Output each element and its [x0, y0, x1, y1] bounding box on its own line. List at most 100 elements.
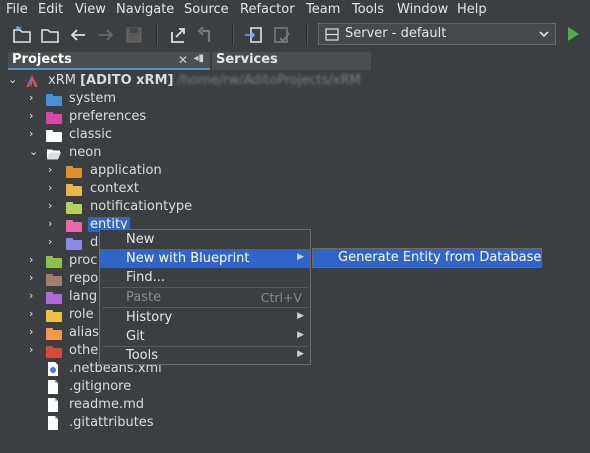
- menu-item-new-with-blueprint[interactable]: New with Blueprint ▶: [100, 249, 310, 268]
- menu-help[interactable]: Help: [457, 2, 487, 17]
- tree-item-label: d: [90, 235, 99, 250]
- menu-item-tools[interactable]: Tools ▶: [100, 346, 310, 365]
- menu-file[interactable]: File: [6, 2, 28, 17]
- folder-icon: [46, 274, 62, 288]
- tree-item[interactable]: › notificationtype: [0, 198, 400, 216]
- menu-view[interactable]: View: [75, 2, 106, 17]
- chevron-right-icon[interactable]: ›: [29, 91, 43, 107]
- menu-edit[interactable]: Edit: [38, 2, 63, 17]
- folder-icon: [46, 346, 62, 360]
- folder-icon: [46, 328, 62, 342]
- folder-icon: [46, 94, 62, 108]
- tree-item-label: repo: [69, 271, 99, 286]
- chevron-right-icon: ▶: [297, 349, 304, 359]
- tree-item[interactable]: › system: [0, 90, 400, 108]
- context-menu: New New with Blueprint ▶ Find... Paste C…: [99, 229, 311, 365]
- server-icon: [325, 28, 339, 41]
- tree-item-label: .gitignore: [69, 379, 132, 394]
- chevron-down-icon[interactable]: ⌄: [29, 145, 43, 161]
- blueprint-submenu: Generate Entity from Database: [312, 248, 542, 268]
- close-icon[interactable]: ✕: [178, 53, 188, 67]
- tab-projects-label: Projects: [12, 52, 72, 67]
- tree-item[interactable]: › context: [0, 180, 400, 198]
- toolbar-separator: [156, 25, 158, 45]
- chevron-right-icon[interactable]: ›: [29, 307, 43, 323]
- netbeans-file-icon: [48, 362, 58, 376]
- tree-item-label: .gitattributes: [69, 415, 154, 430]
- adito-logo-icon: [26, 75, 38, 87]
- chevron-right-icon[interactable]: ›: [29, 127, 43, 143]
- chevron-right-icon[interactable]: ›: [48, 163, 62, 179]
- tree-item[interactable]: › application: [0, 162, 400, 180]
- toolbar-separator: [306, 25, 308, 45]
- tree-item-label: preferences: [69, 109, 147, 124]
- menu-bar: File Edit View Navigate Source Refactor …: [0, 0, 590, 19]
- export-icon[interactable]: [166, 23, 190, 47]
- file-icon: [48, 398, 58, 412]
- chevron-right-icon[interactable]: ›: [29, 325, 43, 341]
- menu-window[interactable]: Window: [397, 2, 448, 17]
- folder-icon: [46, 292, 62, 306]
- checklist-icon[interactable]: [270, 23, 294, 47]
- menu-item-git[interactable]: Git ▶: [100, 327, 310, 346]
- tree-item-file[interactable]: .gitattributes: [0, 414, 400, 432]
- folder-icon: [66, 166, 82, 180]
- chevron-right-icon[interactable]: ›: [29, 343, 43, 359]
- tree-item-label: proc: [69, 253, 98, 268]
- new-project-icon[interactable]: [10, 23, 34, 47]
- tree-item-label: context: [90, 181, 139, 196]
- back-icon[interactable]: [66, 23, 90, 47]
- run-icon[interactable]: [564, 25, 582, 43]
- deploy-icon[interactable]: [242, 23, 266, 47]
- folder-icon: [46, 310, 62, 324]
- tree-item-label: readme.md: [69, 397, 144, 412]
- menu-item-history[interactable]: History ▶: [100, 308, 310, 327]
- folder-icon: [46, 130, 62, 144]
- menu-team[interactable]: Team: [306, 2, 340, 17]
- save-all-icon[interactable]: [122, 23, 146, 47]
- menu-item-generate-entity[interactable]: Generate Entity from Database: [313, 249, 541, 267]
- chevron-right-icon[interactable]: ›: [48, 235, 62, 251]
- tab-projects[interactable]: Projects ✕ ◂▮: [8, 52, 210, 70]
- tree-item-label: classic: [69, 127, 113, 142]
- tree-item-label: lang: [69, 289, 98, 304]
- menu-item-find[interactable]: Find...: [100, 268, 310, 287]
- menu-source[interactable]: Source: [184, 2, 229, 17]
- root-name: xRM: [48, 73, 76, 88]
- open-project-icon[interactable]: [38, 23, 62, 47]
- menu-tools[interactable]: Tools: [352, 2, 384, 17]
- toolbar-separator: [232, 25, 234, 45]
- chevron-right-icon[interactable]: ›: [29, 271, 43, 287]
- tree-item-label: role: [69, 307, 94, 322]
- chevron-down-icon[interactable]: ⌄: [8, 73, 22, 89]
- chevron-right-icon[interactable]: ›: [29, 253, 43, 269]
- tree-item-file[interactable]: .gitignore: [0, 378, 400, 396]
- tree-item[interactable]: ⌄ neon: [0, 144, 400, 162]
- chevron-right-icon[interactable]: ›: [48, 199, 62, 215]
- folder-open-icon: [47, 149, 61, 160]
- chevron-right-icon: ▶: [297, 330, 304, 340]
- undo-icon[interactable]: [194, 23, 218, 47]
- file-icon: [48, 416, 58, 430]
- chevron-right-icon[interactable]: ›: [29, 289, 43, 305]
- menu-item-paste[interactable]: Paste Ctrl+V: [100, 288, 310, 307]
- menu-item-new[interactable]: New: [100, 230, 310, 249]
- forward-icon[interactable]: [94, 23, 118, 47]
- chevron-right-icon[interactable]: ›: [48, 217, 62, 233]
- folder-icon: [46, 112, 62, 126]
- server-select[interactable]: Server - default: [318, 23, 556, 45]
- tree-item[interactable]: › preferences: [0, 108, 400, 126]
- minimize-icon[interactable]: ◂▮: [193, 53, 204, 64]
- folder-icon: [66, 238, 82, 252]
- chevron-right-icon[interactable]: ›: [48, 181, 62, 197]
- chevron-right-icon[interactable]: ›: [29, 109, 43, 125]
- menu-refactor[interactable]: Refactor: [240, 2, 295, 17]
- tree-item-label: othe: [69, 343, 99, 358]
- root-bracket: [ADITO xRM]: [80, 73, 174, 88]
- tab-services[interactable]: Services: [212, 52, 371, 70]
- chevron-right-icon: ▶: [297, 252, 304, 262]
- tree-item[interactable]: › classic: [0, 126, 400, 144]
- menu-navigate[interactable]: Navigate: [116, 2, 174, 17]
- tree-item-file[interactable]: readme.md: [0, 396, 400, 414]
- tree-root[interactable]: ⌄ xRM [ADITO xRM] /home/rw/AditoProjects…: [0, 72, 400, 90]
